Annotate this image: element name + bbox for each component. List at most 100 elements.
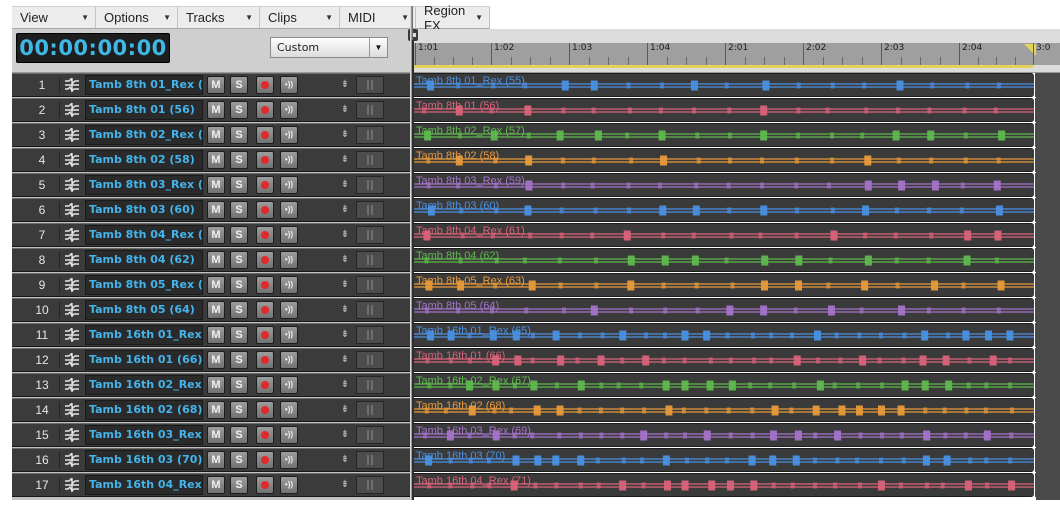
mute-button[interactable]: M (207, 301, 225, 319)
record-arm-button[interactable] (256, 376, 274, 394)
input-echo-button[interactable]: •)) (280, 451, 298, 469)
record-arm-button[interactable] (256, 226, 274, 244)
audio-clip[interactable]: Tamb 8th 02_Rex (57) (414, 123, 1034, 147)
fx-bin-toggle-icon[interactable]: ⇟ (340, 428, 350, 442)
record-arm-button[interactable] (256, 426, 274, 444)
input-echo-button[interactable]: •)) (280, 151, 298, 169)
audio-clip[interactable]: Tamb 16th 03 (70) (414, 448, 1034, 472)
input-echo-button[interactable]: •)) (280, 401, 298, 419)
audio-track-icon[interactable] (63, 101, 81, 119)
mute-button[interactable]: M (207, 326, 225, 344)
mute-button[interactable]: M (207, 201, 225, 219)
audio-track-icon[interactable] (63, 176, 81, 194)
input-echo-button[interactable]: •)) (280, 101, 298, 119)
record-arm-button[interactable] (256, 101, 274, 119)
input-echo-button[interactable]: •)) (280, 176, 298, 194)
time-display[interactable]: 00:00:00:00 (16, 33, 170, 63)
solo-button[interactable]: S (230, 101, 248, 119)
track-header-row[interactable]: 8 Tamb 8th 04 (62) M S •)) ⇟ (12, 248, 410, 272)
mute-button[interactable]: M (207, 126, 225, 144)
fx-bin-toggle-icon[interactable]: ⇟ (340, 378, 350, 392)
menu-region-fx[interactable]: Region FX ▼ (416, 3, 490, 33)
audio-track-icon[interactable] (63, 76, 81, 94)
fx-bin-toggle-icon[interactable]: ⇟ (340, 178, 350, 192)
track-name-field[interactable]: Tamb 16th 01_Rex (65) (85, 325, 203, 345)
audio-track-icon[interactable] (63, 376, 81, 394)
audio-clip[interactable]: Tamb 8th 02 (58) (414, 148, 1034, 172)
audio-track-icon[interactable] (63, 151, 81, 169)
solo-button[interactable]: S (230, 201, 248, 219)
input-echo-button[interactable]: •)) (280, 276, 298, 294)
mute-button[interactable]: M (207, 176, 225, 194)
vertical-scrollbar[interactable] (1036, 73, 1060, 500)
fx-bin-toggle-icon[interactable]: ⇟ (340, 328, 350, 342)
solo-button[interactable]: S (230, 301, 248, 319)
menu-midi[interactable]: MIDI ▼ (340, 7, 416, 28)
record-arm-button[interactable] (256, 176, 274, 194)
mute-button[interactable]: M (207, 226, 225, 244)
menu-view[interactable]: View ▼ (12, 7, 96, 28)
track-name-field[interactable]: Tamb 16th 04_Rex (71) (85, 475, 203, 495)
fx-bin-toggle-icon[interactable]: ⇟ (340, 78, 350, 92)
input-echo-button[interactable]: •)) (280, 126, 298, 144)
solo-button[interactable]: S (230, 426, 248, 444)
track-header-row[interactable]: 14 Tamb 16th 02 (68) M S •)) ⇟ (12, 398, 410, 422)
track-preset-dropdown[interactable]: Custom ▼ (270, 37, 388, 58)
solo-button[interactable]: S (230, 276, 248, 294)
solo-button[interactable]: S (230, 126, 248, 144)
track-name-field[interactable]: Tamb 16th 01 (66) (85, 350, 203, 370)
menu-options[interactable]: Options ▼ (96, 7, 178, 28)
audio-track-icon[interactable] (63, 351, 81, 369)
input-echo-button[interactable]: •)) (280, 226, 298, 244)
record-arm-button[interactable] (256, 276, 274, 294)
track-name-field[interactable]: Tamb 8th 05 (64) (85, 300, 203, 320)
audio-clip[interactable]: Tamb 8th 04 (62) (414, 248, 1034, 272)
audio-clip[interactable]: Tamb 8th 01_Rex (55) (414, 73, 1034, 97)
track-header-row[interactable]: 2 Tamb 8th 01 (56) M S •)) ⇟ (12, 98, 410, 122)
record-arm-button[interactable] (256, 301, 274, 319)
mute-button[interactable]: M (207, 276, 225, 294)
track-name-field[interactable]: Tamb 8th 04 (62) (85, 250, 203, 270)
audio-clip[interactable]: Tamb 8th 03 (60) (414, 198, 1034, 222)
track-header-row[interactable]: 9 Tamb 8th 05_Rex (63)MS •)) ⇟ (12, 273, 410, 297)
record-arm-button[interactable] (256, 201, 274, 219)
solo-button[interactable]: S (230, 151, 248, 169)
track-header-row[interactable]: 1 Tamb 8th 01_Rex (55)MS •)) ⇟ (12, 73, 410, 97)
audio-clip[interactable]: Tamb 8th 04_Rex (61) (414, 223, 1034, 247)
track-header-row[interactable]: 16 Tamb 16th 03 (70) M S •)) ⇟ (12, 448, 410, 472)
record-arm-button[interactable] (256, 151, 274, 169)
record-arm-button[interactable] (256, 126, 274, 144)
fx-bin-toggle-icon[interactable]: ⇟ (340, 103, 350, 117)
fx-bin-toggle-icon[interactable]: ⇟ (340, 228, 350, 242)
audio-track-icon[interactable] (63, 226, 81, 244)
fx-bin-toggle-icon[interactable]: ⇟ (340, 278, 350, 292)
solo-button[interactable]: S (230, 451, 248, 469)
track-header-row[interactable]: 3 Tamb 8th 02_Rex (57)MS •)) ⇟ (12, 123, 410, 147)
audio-track-icon[interactable] (63, 426, 81, 444)
input-echo-button[interactable]: •)) (280, 476, 298, 494)
fx-bin-toggle-icon[interactable]: ⇟ (340, 403, 350, 417)
audio-clip[interactable]: Tamb 8th 03_Rex (59) (414, 173, 1034, 197)
input-echo-button[interactable]: •)) (280, 76, 298, 94)
record-arm-button[interactable] (256, 476, 274, 494)
solo-button[interactable]: S (230, 76, 248, 94)
audio-track-icon[interactable] (63, 476, 81, 494)
track-header-row[interactable]: 12 Tamb 16th 01 (66) M S •)) ⇟ (12, 348, 410, 372)
clip-area[interactable]: Tamb 8th 01_Rex (55) Tamb 8th 01 (56) Tamb… (414, 73, 1060, 500)
solo-button[interactable]: S (230, 401, 248, 419)
track-name-field[interactable]: Tamb 16th 02_Rex (67) (85, 375, 203, 395)
fx-bin-toggle-icon[interactable]: ⇟ (340, 128, 350, 142)
mute-button[interactable]: M (207, 426, 225, 444)
input-echo-button[interactable]: •)) (280, 376, 298, 394)
audio-clip[interactable]: Tamb 16th 01_Rex (65) (414, 323, 1034, 347)
solo-button[interactable]: S (230, 176, 248, 194)
mute-button[interactable]: M (207, 451, 225, 469)
audio-track-icon[interactable] (63, 251, 81, 269)
fx-bin-toggle-icon[interactable]: ⇟ (340, 153, 350, 167)
mute-button[interactable]: M (207, 351, 225, 369)
fx-bin-toggle-icon[interactable]: ⇟ (340, 203, 350, 217)
solo-button[interactable]: S (230, 251, 248, 269)
audio-track-icon[interactable] (63, 201, 81, 219)
track-header-row[interactable]: 7 Tamb 8th 04_Rex (61)MS •)) ⇟ (12, 223, 410, 247)
audio-clip[interactable]: Tamb 16th 03_Rex (69) (414, 423, 1034, 447)
